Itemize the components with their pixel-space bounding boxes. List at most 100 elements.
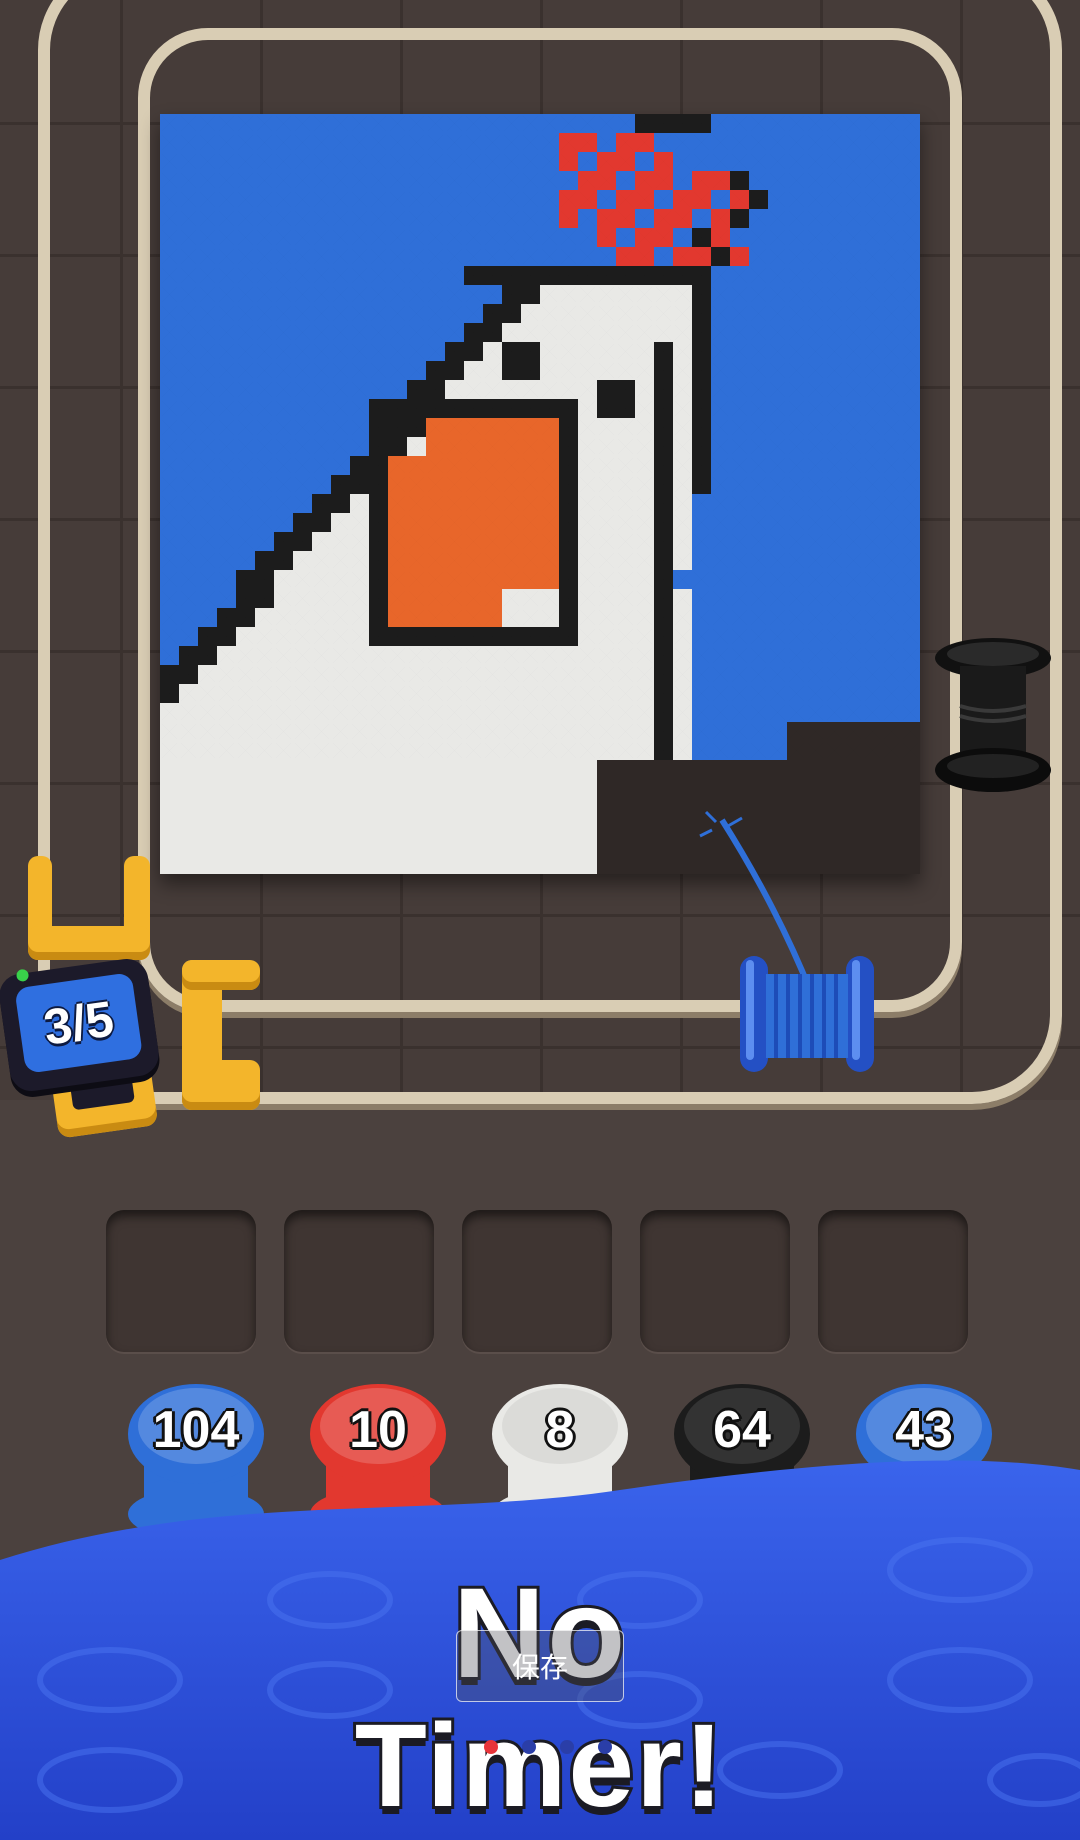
stitch-cell (787, 855, 806, 874)
stitch-cell (179, 798, 198, 817)
stitch-cell (597, 760, 616, 779)
stitch-cell (350, 779, 369, 798)
empty-slot[interactable] (106, 1210, 256, 1352)
stitch-cell (825, 779, 844, 798)
stitch-cell (806, 798, 825, 817)
stitch-cell (369, 836, 388, 855)
stitch-cell (673, 836, 692, 855)
empty-slot[interactable] (640, 1210, 790, 1352)
empty-slot[interactable] (284, 1210, 434, 1352)
stitch-cell (749, 779, 768, 798)
stitch-cell (711, 760, 730, 779)
stitch-cell (369, 760, 388, 779)
stitch-cell (882, 817, 901, 836)
stitch-cell (692, 779, 711, 798)
blue-spool-icon[interactable] (736, 950, 878, 1078)
stitch-cell (331, 798, 350, 817)
stitch-cell (559, 760, 578, 779)
stitch-cell (578, 760, 597, 779)
stitch-cell (331, 855, 350, 874)
stitch-cell (236, 798, 255, 817)
level-badge: 3/5 (0, 956, 162, 1094)
track-clamp-bottom-top (182, 960, 260, 990)
stitch-cell (711, 836, 730, 855)
stitch-cell (787, 779, 806, 798)
stitch-cell (464, 798, 483, 817)
stitch-cell (407, 798, 426, 817)
empty-slot[interactable] (818, 1210, 968, 1352)
stitch-cell (806, 817, 825, 836)
stitch-cell (160, 760, 179, 779)
stitch-cell (844, 817, 863, 836)
stitch-cell (749, 855, 768, 874)
stitch-cell (882, 855, 901, 874)
stitch-cell (882, 798, 901, 817)
stitch-cell (388, 779, 407, 798)
stitch-cell (825, 855, 844, 874)
stitch-cell (483, 836, 502, 855)
stitch-cell (179, 760, 198, 779)
stitch-cell (426, 779, 445, 798)
stitch-cell (217, 817, 236, 836)
stitch-cell (787, 817, 806, 836)
page-dot[interactable] (484, 1740, 498, 1754)
stitch-cell (597, 817, 616, 836)
black-spool-icon[interactable] (932, 636, 1054, 796)
stitch-cell (464, 836, 483, 855)
save-button[interactable]: 保存 (456, 1630, 624, 1702)
stitch-cell (768, 855, 787, 874)
stitch-cell (844, 760, 863, 779)
stitch-cell (616, 760, 635, 779)
stitch-cell (236, 855, 255, 874)
stitch-cell (160, 817, 179, 836)
page-dot[interactable] (522, 1740, 536, 1754)
spool-slots (106, 1210, 976, 1352)
stitch-cell (844, 779, 863, 798)
stitch-cell (502, 836, 521, 855)
stitch-cell (445, 779, 464, 798)
stitch-cell (521, 836, 540, 855)
stitch-cell (350, 836, 369, 855)
stitch-cell (578, 836, 597, 855)
stitch-cell (692, 855, 711, 874)
stitch-cell (198, 836, 217, 855)
track-clamp-left-base (28, 926, 150, 960)
stitch-cell (635, 855, 654, 874)
stitch-cell (730, 817, 749, 836)
stitch-cell (730, 779, 749, 798)
page-dot[interactable] (598, 1740, 612, 1754)
stitch-cell (274, 836, 293, 855)
cross-stitch-canvas[interactable] (160, 114, 920, 874)
stitch-cell (901, 760, 920, 779)
stitch-cell (901, 836, 920, 855)
stitch-cell (293, 855, 312, 874)
stitch-cell (426, 855, 445, 874)
stitch-cell (350, 760, 369, 779)
stitch-cell (331, 817, 350, 836)
stitch-cell (787, 760, 806, 779)
stitch-cell (160, 836, 179, 855)
stitch-cell (426, 760, 445, 779)
stitch-cell (521, 855, 540, 874)
stitch-cell (426, 817, 445, 836)
stitch-cell (198, 817, 217, 836)
empty-slot[interactable] (462, 1210, 612, 1352)
stitch-cell (426, 798, 445, 817)
stitch-cell (711, 798, 730, 817)
stitch-cell (635, 817, 654, 836)
stitch-cell (407, 836, 426, 855)
stitch-cell (293, 798, 312, 817)
stitch-cell (445, 836, 464, 855)
stitch-cell (293, 779, 312, 798)
stitch-cell (635, 779, 654, 798)
stitch-cell (293, 760, 312, 779)
stitch-cell (236, 817, 255, 836)
stitch-cell (198, 798, 217, 817)
stitch-cell (445, 798, 464, 817)
stitch-cell (749, 760, 768, 779)
stitch-cell (806, 779, 825, 798)
page-dot[interactable] (560, 1740, 574, 1754)
stitch-cell (616, 798, 635, 817)
stitch-cell (179, 817, 198, 836)
stitch-cell (312, 779, 331, 798)
